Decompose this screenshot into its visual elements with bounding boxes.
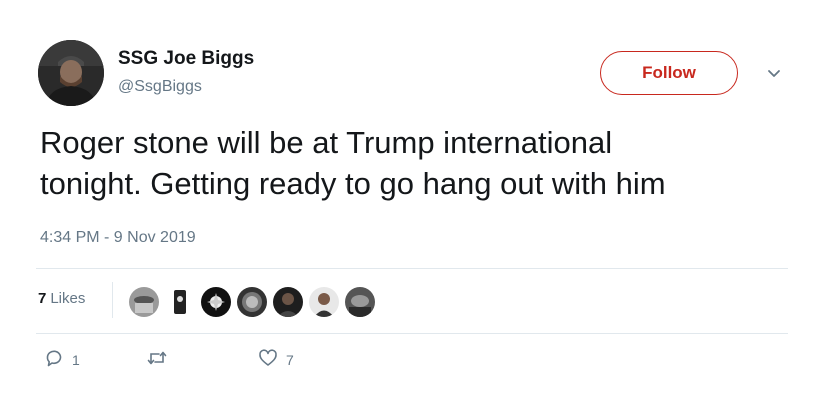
heart-icon bbox=[258, 348, 278, 373]
author-avatar[interactable] bbox=[38, 40, 104, 106]
reply-action[interactable]: 1 bbox=[44, 348, 80, 372]
author-display-name[interactable]: SSG Joe Biggs bbox=[118, 48, 254, 70]
liker-avatar[interactable] bbox=[128, 286, 160, 318]
divider-bottom bbox=[36, 333, 788, 334]
retweet-icon bbox=[146, 348, 168, 373]
tweet-text: Roger stone will be at Trump internation… bbox=[40, 125, 666, 201]
reply-icon bbox=[44, 348, 64, 373]
likes-number: 7 bbox=[38, 290, 47, 307]
like-count: 7 bbox=[286, 352, 294, 368]
stats-separator bbox=[112, 282, 113, 318]
tweet-card: SSG Joe Biggs @SsgBiggs Follow Roger sto… bbox=[0, 0, 828, 412]
divider-top bbox=[36, 268, 788, 269]
liker-avatar[interactable] bbox=[272, 286, 304, 318]
liker-avatar[interactable] bbox=[344, 286, 376, 318]
like-action[interactable]: 7 bbox=[258, 348, 294, 372]
reply-count: 1 bbox=[72, 352, 80, 368]
likes-count[interactable]: 7 Likes bbox=[38, 290, 85, 307]
tweet-timestamp[interactable]: 4:34 PM - 9 Nov 2019 bbox=[40, 229, 196, 247]
retweet-action[interactable] bbox=[146, 348, 176, 372]
follow-button[interactable]: Follow bbox=[600, 51, 738, 95]
liker-avatar[interactable] bbox=[236, 286, 268, 318]
chevron-down-icon[interactable] bbox=[764, 63, 784, 83]
liker-avatar[interactable] bbox=[308, 286, 340, 318]
liker-avatar[interactable] bbox=[164, 286, 196, 318]
likes-label: Likes bbox=[50, 290, 86, 307]
liker-avatar[interactable] bbox=[200, 286, 232, 318]
author-handle[interactable]: @SsgBiggs bbox=[118, 78, 202, 96]
